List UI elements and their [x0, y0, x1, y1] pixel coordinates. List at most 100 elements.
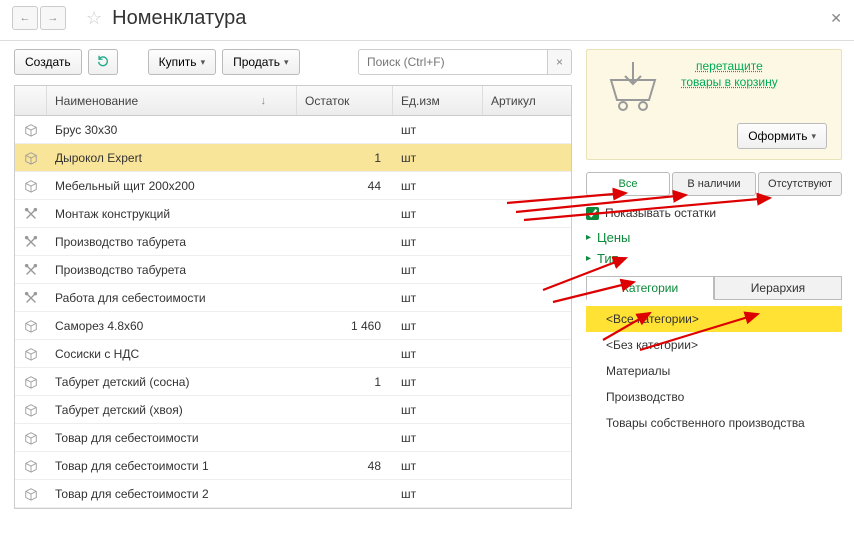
- star-icon[interactable]: ☆: [86, 8, 102, 29]
- tools-icon: [15, 291, 47, 305]
- cell-rest: 44: [297, 179, 393, 193]
- cell-unit: шт: [393, 123, 483, 137]
- cell-unit: шт: [393, 207, 483, 221]
- cell-unit: шт: [393, 179, 483, 193]
- box-icon: [15, 347, 47, 361]
- tab-categories[interactable]: Категории: [586, 276, 714, 300]
- cell-rest: 1 460: [297, 319, 393, 333]
- goods-table: Наименование Остаток Ед.изм Артикул Брус…: [14, 85, 572, 509]
- box-icon: [15, 123, 47, 137]
- cell-name: Товар для себестоимости: [47, 431, 297, 445]
- cell-name: Монтаж конструкций: [47, 207, 297, 221]
- sell-button[interactable]: Продать▾: [222, 49, 299, 75]
- cell-name: Производство табурета: [47, 235, 297, 249]
- filter-all[interactable]: Все: [586, 172, 670, 196]
- box-icon: [15, 179, 47, 193]
- table-row[interactable]: Монтаж конструкций шт: [15, 200, 571, 228]
- filter-in-stock[interactable]: В наличии: [672, 172, 756, 196]
- cell-name: Дырокол Expert: [47, 151, 297, 165]
- box-icon: [15, 403, 47, 417]
- table-row[interactable]: Товар для себестоимости шт: [15, 424, 571, 452]
- triangle-right-icon: ▸: [586, 232, 591, 243]
- triangle-right-icon: ▸: [586, 253, 591, 264]
- refresh-button[interactable]: [88, 49, 118, 75]
- tools-icon: [15, 207, 47, 221]
- cell-unit: шт: [393, 487, 483, 501]
- caret-down-icon: ▾: [284, 57, 289, 68]
- cell-unit: шт: [393, 347, 483, 361]
- cell-unit: шт: [393, 319, 483, 333]
- table-row[interactable]: Работа для себестоимости шт: [15, 284, 571, 312]
- table-row[interactable]: Товар для себестоимости 2 шт: [15, 480, 571, 508]
- show-rest-label: Показывать остатки: [605, 206, 716, 220]
- search-clear-button[interactable]: ×: [548, 49, 572, 75]
- table-row[interactable]: Табурет детский (хвоя) шт: [15, 396, 571, 424]
- cell-unit: шт: [393, 459, 483, 473]
- cart-icon: [601, 58, 665, 117]
- cell-rest: 48: [297, 459, 393, 473]
- category-item[interactable]: Материалы: [586, 358, 842, 384]
- cell-unit: шт: [393, 235, 483, 249]
- cell-unit: шт: [393, 291, 483, 305]
- col-icon[interactable]: [15, 86, 47, 115]
- table-row[interactable]: Брус 30х30 шт: [15, 116, 571, 144]
- col-article[interactable]: Артикул: [483, 86, 571, 115]
- close-button[interactable]: ✕: [830, 10, 842, 27]
- cell-unit: шт: [393, 151, 483, 165]
- page-title: Номенклатура: [112, 7, 830, 30]
- category-item[interactable]: Товары собственного производства: [586, 410, 842, 436]
- cell-name: Сосиски с НДС: [47, 347, 297, 361]
- search-input[interactable]: [358, 49, 548, 75]
- category-item[interactable]: <Все категории>: [586, 306, 842, 332]
- table-row[interactable]: Саморез 4.8х601 460шт: [15, 312, 571, 340]
- cart-hint-line1[interactable]: перетащите: [681, 58, 778, 74]
- table-row[interactable]: Товар для себестоимости 148шт: [15, 452, 571, 480]
- buy-button[interactable]: Купить▾: [148, 49, 216, 75]
- refresh-icon: [96, 54, 110, 71]
- cart-dropzone[interactable]: перетащите товары в корзину Оформить▾: [586, 49, 842, 160]
- filter-absent[interactable]: Отсутствуют: [758, 172, 842, 196]
- cell-name: Табурет детский (сосна): [47, 375, 297, 389]
- category-item[interactable]: <Без категории>: [586, 332, 842, 358]
- table-row[interactable]: Мебельный щит 200x20044шт: [15, 172, 571, 200]
- cart-hint-line2[interactable]: товары в корзину: [681, 74, 778, 90]
- col-rest[interactable]: Остаток: [297, 86, 393, 115]
- cell-unit: шт: [393, 403, 483, 417]
- arrow-left-icon: ←: [20, 12, 31, 24]
- tools-icon: [15, 235, 47, 249]
- cell-name: Товар для себестоимости 2: [47, 487, 297, 501]
- tools-icon: [15, 263, 47, 277]
- col-unit[interactable]: Ед.изм: [393, 86, 483, 115]
- category-item[interactable]: Производство: [586, 384, 842, 410]
- cell-rest: 1: [297, 375, 393, 389]
- table-row[interactable]: Табурет детский (сосна)1шт: [15, 368, 571, 396]
- table-row[interactable]: Сосиски с НДС шт: [15, 340, 571, 368]
- box-icon: [15, 319, 47, 333]
- show-rest-checkbox[interactable]: [586, 207, 599, 220]
- cell-name: Товар для себестоимости 1: [47, 459, 297, 473]
- box-icon: [15, 151, 47, 165]
- nav-forward-button[interactable]: →: [40, 6, 66, 30]
- create-button[interactable]: Создать: [14, 49, 82, 75]
- box-icon: [15, 431, 47, 445]
- section-prices[interactable]: ▸Цены: [586, 230, 842, 245]
- arrow-right-icon: →: [48, 12, 59, 24]
- col-name[interactable]: Наименование: [47, 86, 297, 115]
- checkout-button[interactable]: Оформить▾: [737, 123, 827, 149]
- table-row[interactable]: Производство табуреташт: [15, 256, 571, 284]
- box-icon: [15, 459, 47, 473]
- cell-unit: шт: [393, 431, 483, 445]
- box-icon: [15, 487, 47, 501]
- cell-name: Мебельный щит 200x200: [47, 179, 297, 193]
- table-row[interactable]: Производство табурета шт: [15, 228, 571, 256]
- box-icon: [15, 375, 47, 389]
- caret-down-icon: ▾: [201, 57, 206, 68]
- nav-back-button[interactable]: ←: [12, 6, 38, 30]
- tab-hierarchy[interactable]: Иерархия: [714, 276, 842, 300]
- cell-name: Табурет детский (хвоя): [47, 403, 297, 417]
- caret-down-icon: ▾: [811, 131, 816, 142]
- cell-name: Брус 30х30: [47, 123, 297, 137]
- table-row[interactable]: Дырокол Expert1шт: [15, 144, 571, 172]
- cell-name: Работа для себестоимости: [47, 291, 297, 305]
- section-type[interactable]: ▸Тип: [586, 251, 842, 266]
